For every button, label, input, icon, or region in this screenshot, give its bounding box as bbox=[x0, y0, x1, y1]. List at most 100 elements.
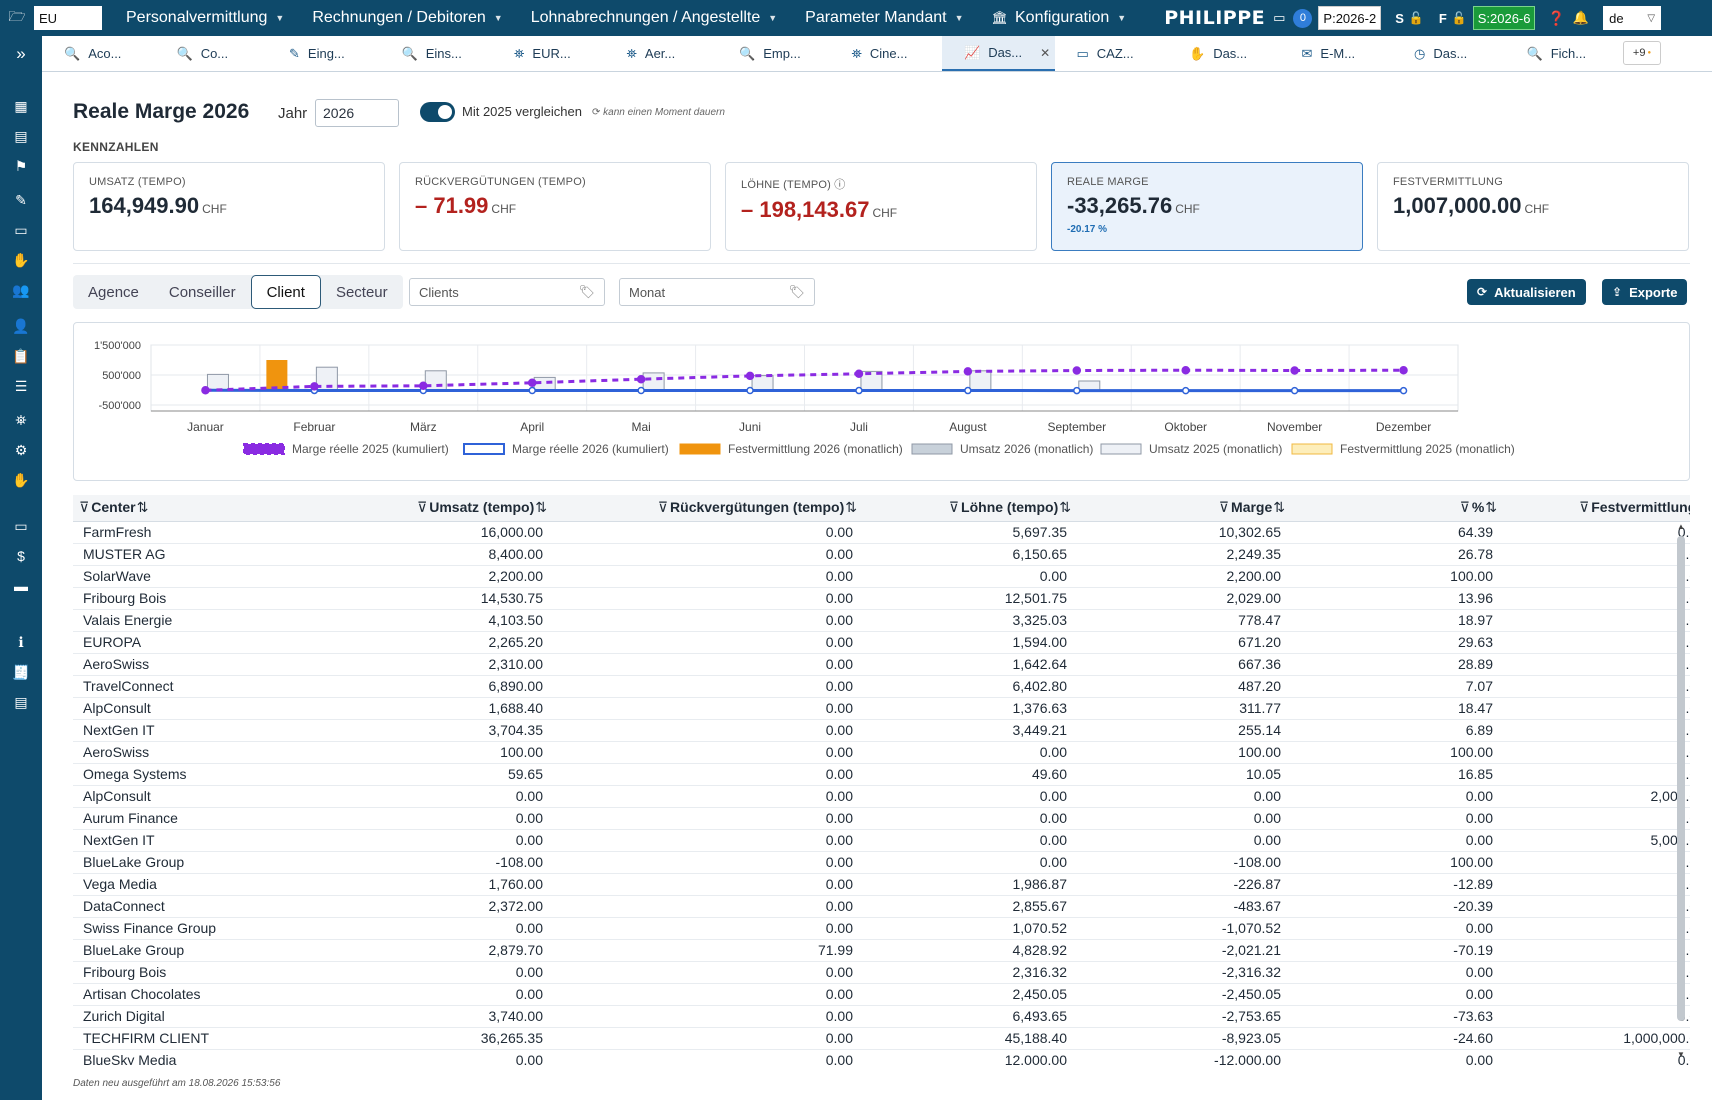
table-row[interactable]: TravelConnect 6,890.00 0.00 6,402.80 487.20 7… bbox=[73, 675, 1690, 698]
unlock-icon[interactable]: 🔓 bbox=[1452, 11, 1467, 25]
user-icon[interactable]: 👤 bbox=[0, 318, 42, 335]
table-row[interactable]: Fribourg Bois 0.00 0.00 2,316.32 -2,316.32 0.… bbox=[73, 961, 1690, 984]
scroll-thumb[interactable] bbox=[1677, 536, 1685, 1021]
calendar-icon[interactable]: ▤ bbox=[0, 128, 42, 145]
monat-filter[interactable]: Monat 🏷 bbox=[619, 278, 815, 306]
tab-2[interactable]: ✎ Eing... bbox=[267, 36, 380, 71]
sort-icon[interactable]: ⇅ bbox=[535, 499, 547, 515]
tab-10[interactable]: ✋ Das... bbox=[1167, 36, 1280, 71]
column-header[interactable]: ⊽ Umsatz (tempo)⇅ bbox=[353, 495, 553, 522]
filter-icon[interactable]: ⊽ bbox=[949, 499, 959, 515]
folder-icon[interactable]: 🗁 bbox=[4, 6, 30, 30]
refresh-button[interactable]: ⟳ Aktualisieren bbox=[1467, 279, 1586, 305]
hand-money-icon[interactable]: ✋ bbox=[0, 472, 42, 489]
wallet-icon[interactable]: ▬ bbox=[0, 578, 42, 594]
segment-secteur[interactable]: Secteur bbox=[321, 275, 403, 309]
table-row[interactable]: SolarWave2,200.000.000.002,200.00100.000… bbox=[73, 565, 1690, 588]
filter-icon[interactable]: ⊽ bbox=[1579, 499, 1589, 515]
column-header[interactable]: ⊽ %⇅ bbox=[1291, 495, 1503, 522]
sliders-icon[interactable]: ☰ bbox=[0, 378, 42, 395]
column-header[interactable]: ⊽ Löhne (tempo)⇅ bbox=[863, 495, 1077, 522]
table-row[interactable]: Vega Media 1,760.00 0.00 1,986.87 -226.87 -12… bbox=[73, 873, 1690, 896]
column-header[interactable]: ⊽ Rückvergütungen (tempo)⇅ bbox=[553, 495, 863, 522]
tab-9[interactable]: ▭ CAZ... bbox=[1055, 36, 1168, 71]
pencil-icon[interactable]: ✎ bbox=[0, 192, 42, 209]
table-row[interactable]: AeroSwiss 2,310.00 0.00 1,642.64 667.36 28.89… bbox=[73, 653, 1690, 676]
table-scrollbar[interactable]: ▲ ▼ bbox=[1675, 522, 1687, 1062]
tab-1[interactable]: 🔍 Co... bbox=[155, 36, 268, 71]
language-select[interactable]: de ▽ bbox=[1603, 6, 1662, 30]
users-icon[interactable]: 👥 bbox=[0, 282, 42, 299]
bell-icon[interactable]: 🔔 bbox=[1573, 10, 1589, 26]
period-p-field[interactable]: P:2026-2 bbox=[1318, 6, 1382, 30]
export-button[interactable]: ⇪ Exporte bbox=[1602, 279, 1688, 305]
tab-6[interactable]: 🔍 Emp... bbox=[717, 36, 830, 71]
year-input[interactable]: 2026 bbox=[315, 99, 399, 127]
table-row[interactable]: MUSTER AG 8,400.00 0.00 6,150.65 2,249.35 26.… bbox=[73, 543, 1690, 566]
table-row[interactable]: DataConnect 2,372.00 0.00 2,855.67 -483.67 -2… bbox=[73, 895, 1690, 918]
menu-personalvermittlung[interactable]: Personalvermittlung ▼ bbox=[126, 9, 284, 27]
table-row[interactable]: Fribourg Bois 14,530.75 0.00 12,501.75 2,029… bbox=[73, 587, 1690, 610]
hand-coin-icon[interactable]: ✋ bbox=[0, 252, 42, 269]
table-row[interactable]: Zurich Digital 3,740.00 0.00 6,493.65 -2,753… bbox=[73, 1005, 1690, 1028]
filter-icon[interactable]: ⊽ bbox=[417, 499, 427, 515]
column-header[interactable]: ⊽ Marge⇅ bbox=[1077, 495, 1291, 522]
column-header[interactable]: ⊽ Center⇅ bbox=[73, 495, 353, 522]
table-row[interactable]: AlpConsult0.000.000.000.000.002,000.00 bbox=[73, 785, 1690, 808]
calendar-grid-icon[interactable]: ▦ bbox=[0, 98, 42, 115]
menu-parameter-mandant[interactable]: Parameter Mandant ▼ bbox=[805, 9, 963, 27]
sort-icon[interactable]: ⇅ bbox=[845, 499, 857, 515]
id-card-icon[interactable]: ▭ bbox=[1273, 10, 1285, 26]
filter-icon[interactable]: ⊽ bbox=[1219, 499, 1229, 515]
table-row[interactable]: AlpConsult 1,688.40 0.00 1,376.63 311.77 18.4… bbox=[73, 697, 1690, 720]
sort-icon[interactable]: ⇅ bbox=[1485, 499, 1497, 515]
scroll-down-icon[interactable]: ▼ bbox=[1675, 1050, 1687, 1059]
segment-agence[interactable]: Agence bbox=[73, 275, 154, 309]
table-row[interactable]: EUROPA2,265.200.001,594.00671.2029.630.0… bbox=[73, 631, 1690, 654]
dollar-icon[interactable]: $ bbox=[0, 548, 42, 564]
tab-8[interactable]: 📈 Das... ✕ bbox=[942, 36, 1055, 71]
menu-rechnungen[interactable]: Rechnungen / Debitoren ▼ bbox=[312, 9, 502, 27]
help-icon[interactable]: ❓ bbox=[1547, 10, 1564, 27]
sort-icon[interactable]: ⇅ bbox=[1059, 499, 1071, 515]
filter-icon[interactable]: ⊽ bbox=[658, 499, 668, 515]
table-row[interactable]: Omega Systems59.650.0049.6010.0516.850.0… bbox=[73, 763, 1690, 786]
tab-4[interactable]: ⛯ EUR... bbox=[492, 36, 605, 71]
flag-icon[interactable]: ⚑ bbox=[0, 158, 42, 175]
table-row[interactable]: NextGen IT0.000.000.000.000.005,000.00 bbox=[73, 829, 1690, 852]
card-icon[interactable]: ▭ bbox=[0, 518, 42, 535]
filter-icon[interactable]: ⊽ bbox=[1460, 499, 1470, 515]
segment-conseiller[interactable]: Conseiller bbox=[154, 275, 251, 309]
menu-konfiguration[interactable]: 🏛 Konfiguration ▼ bbox=[991, 9, 1126, 27]
unlock-icon[interactable]: 🔓 bbox=[1409, 11, 1424, 25]
table-row[interactable]: AeroSwiss100.000.000.00100.00100.000.00 bbox=[73, 741, 1690, 764]
user-info-icon[interactable]: ℹ bbox=[0, 634, 42, 651]
table-row[interactable]: Artisan Chocolates 0.00 0.00 2,450.05 -2,450… bbox=[73, 983, 1690, 1006]
tab-12[interactable]: ◷ Das... bbox=[1392, 36, 1505, 71]
tab-11[interactable]: ✉ E-M... bbox=[1280, 36, 1393, 71]
table-row[interactable]: Aurum Finance0.000.000.000.000.000.00 bbox=[73, 807, 1690, 830]
filter-icon[interactable]: ⊽ bbox=[79, 499, 89, 515]
binoculars-icon[interactable]: ⛯ bbox=[0, 412, 42, 429]
id-card-icon[interactable]: ▭ bbox=[0, 222, 42, 239]
compare-toggle[interactable] bbox=[420, 102, 455, 122]
expand-icon[interactable]: » bbox=[0, 44, 42, 64]
tab-3[interactable]: 🔍 Eins... bbox=[380, 36, 493, 71]
table-row[interactable]: BlueLake Group 2,879.70 71.99 4,828.92 -2,02… bbox=[73, 939, 1690, 962]
scroll-up-icon[interactable]: ▲ bbox=[1675, 522, 1687, 531]
sort-icon[interactable]: ⇅ bbox=[1273, 499, 1285, 515]
eu-input[interactable]: EU bbox=[34, 6, 102, 30]
clients-filter[interactable]: Clients 🏷 bbox=[409, 278, 605, 306]
tab-7[interactable]: ⛯ Cine... bbox=[830, 36, 943, 71]
table-row[interactable]: BlueLake Group -108.00 0.00 0.00 -108.00 100.… bbox=[73, 851, 1690, 874]
close-icon[interactable]: ✕ bbox=[1040, 46, 1050, 60]
user-cog-icon[interactable]: ⚙ bbox=[0, 442, 42, 459]
segment-client[interactable]: Client bbox=[250, 275, 321, 309]
table-row[interactable]: Swiss Finance Group 0.00 0.00 1,070.52 -1,07… bbox=[73, 917, 1690, 940]
table-row[interactable]: Valais Energie 4,103.50 0.00 3,325.03 778.47… bbox=[73, 609, 1690, 632]
menu-lohnabrechnungen[interactable]: Lohnabrechnungen / Angestellte ▼ bbox=[531, 9, 777, 27]
clipboard-icon[interactable]: 📋 bbox=[0, 348, 42, 365]
table-row[interactable]: BlueSky Media 0.00 0.00 12,000.00 -12,000.00… bbox=[73, 1049, 1690, 1065]
column-header[interactable]: ⊽Festvermittlung⇅ bbox=[1503, 495, 1690, 522]
invoice-icon[interactable]: 🧾 bbox=[0, 664, 42, 681]
